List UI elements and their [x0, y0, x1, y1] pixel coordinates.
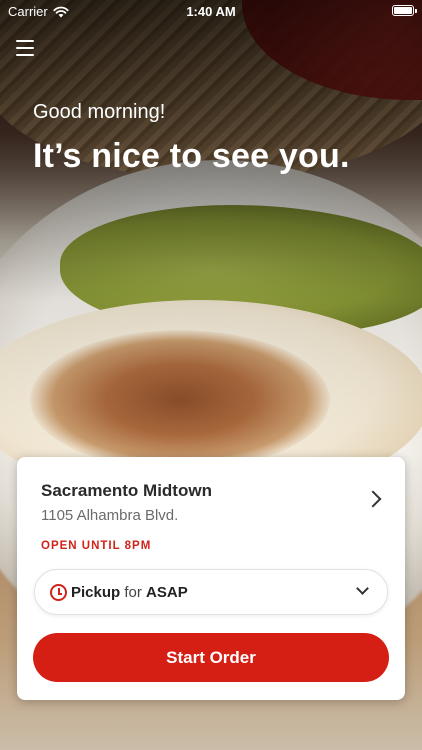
- open-hours-status: OPEN UNTIL 8PM: [41, 540, 152, 552]
- location-card: Sacramento Midtown 1105 Alhambra Blvd. O…: [17, 457, 405, 700]
- start-order-button[interactable]: Start Order: [33, 633, 389, 682]
- order-mode: Pickup: [71, 584, 121, 601]
- welcome-headline: It’s nice to see you.: [33, 137, 350, 175]
- status-bar: Carrier 1:40 AM: [0, 0, 422, 22]
- order-type-selector[interactable]: Pickup for ASAP: [34, 569, 388, 615]
- clock-icon: [50, 584, 67, 601]
- greeting-text: Good morning!: [33, 101, 166, 123]
- hamburger-menu-icon[interactable]: [16, 40, 34, 56]
- location-address: 1105 Alhambra Blvd.: [41, 507, 179, 524]
- order-for-word: for: [124, 584, 142, 601]
- order-type-label: Pickup for ASAP: [71, 584, 188, 601]
- location-selector[interactable]: Sacramento Midtown 1105 Alhambra Blvd.: [41, 481, 387, 527]
- order-time: ASAP: [146, 584, 188, 601]
- status-time: 1:40 AM: [186, 4, 236, 19]
- chevron-down-icon[interactable]: [356, 582, 369, 595]
- location-name: Sacramento Midtown: [41, 481, 212, 500]
- battery-icon: [392, 5, 417, 16]
